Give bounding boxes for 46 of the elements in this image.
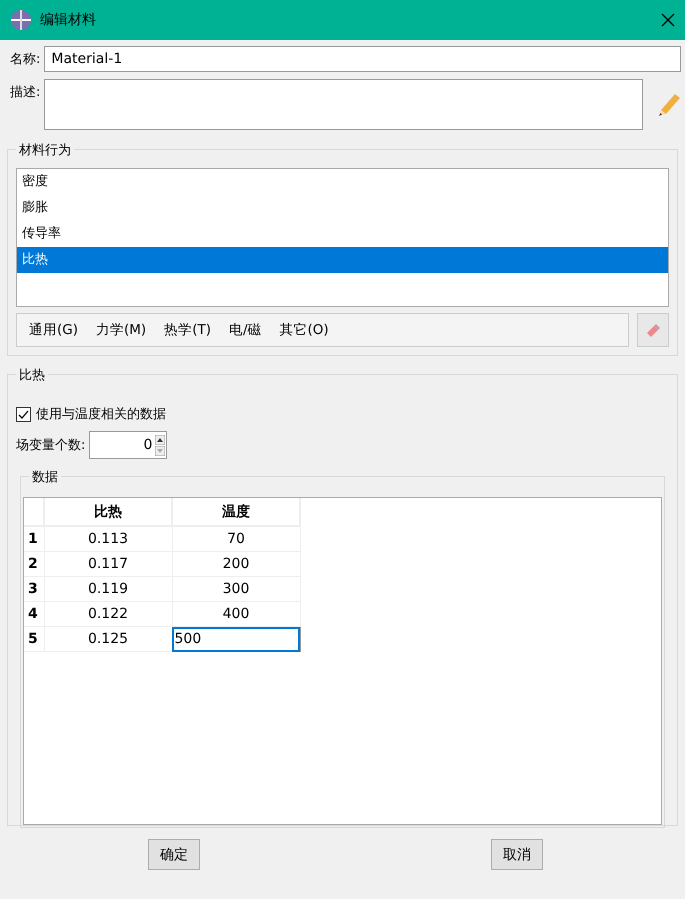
menu-item[interactable]: 通用(G) (29, 321, 78, 339)
group-title: 材料行为 (16, 141, 74, 159)
menu-item[interactable]: 力学(M) (96, 321, 146, 339)
row-number: 2 (24, 552, 44, 576)
row-number: 4 (24, 602, 44, 626)
field-label: 名称: (10, 51, 40, 68)
name-field[interactable]: Material-1 (44, 46, 681, 72)
table-cell: 200 (172, 552, 300, 576)
table-cell: 0.122 (44, 602, 172, 626)
group-title: 比热 (16, 366, 48, 384)
app-icon (10, 9, 32, 31)
group-title: 数据 (29, 468, 61, 486)
checkbox-label: 使用与温度相关的数据 (36, 406, 166, 423)
menu-item[interactable]: 热学(T) (164, 321, 211, 339)
menu-item[interactable]: 其它(O) (280, 321, 329, 339)
row-number: 1 (24, 526, 44, 552)
close-icon[interactable] (661, 13, 675, 27)
row-number: 3 (24, 576, 44, 602)
field-label: 场变量个数: (16, 437, 86, 454)
table-cell: 0.113 (44, 526, 172, 552)
row-number: 5 (24, 626, 44, 652)
dialog-button[interactable]: 取消 (491, 839, 543, 870)
window-title: 编辑材料 (40, 11, 96, 29)
up-arrow-icon[interactable] (155, 434, 166, 444)
checkbox[interactable] (16, 406, 31, 422)
description-field[interactable] (44, 79, 643, 130)
behavior-item[interactable]: 密度 (17, 169, 668, 195)
pencil-icon[interactable] (657, 91, 681, 117)
table-cell: 0.119 (44, 576, 172, 602)
table-cell: 300 (172, 576, 300, 602)
menu-item[interactable]: 电/磁 (228, 321, 262, 339)
spin-field[interactable]: 0 (89, 431, 168, 459)
dialog-button[interactable]: 确定 (148, 839, 200, 870)
eraser-button[interactable] (637, 313, 669, 347)
behavior-item[interactable]: 膨胀 (17, 195, 668, 221)
behavior-item[interactable]: 比热 (17, 247, 668, 273)
column-header[interactable]: 比热 (44, 498, 172, 526)
table-cell: 0.117 (44, 552, 172, 576)
behavior-item[interactable]: 传导率 (17, 221, 668, 247)
table-cell: 0.125 (44, 626, 172, 652)
column-header[interactable]: 温度 (172, 498, 300, 526)
eraser-icon (645, 322, 661, 338)
field-label: 描述: (10, 84, 40, 101)
table-cell: 70 (172, 526, 300, 552)
cell-editor[interactable]: 500 (172, 626, 300, 652)
table-cell: 400 (172, 602, 300, 626)
